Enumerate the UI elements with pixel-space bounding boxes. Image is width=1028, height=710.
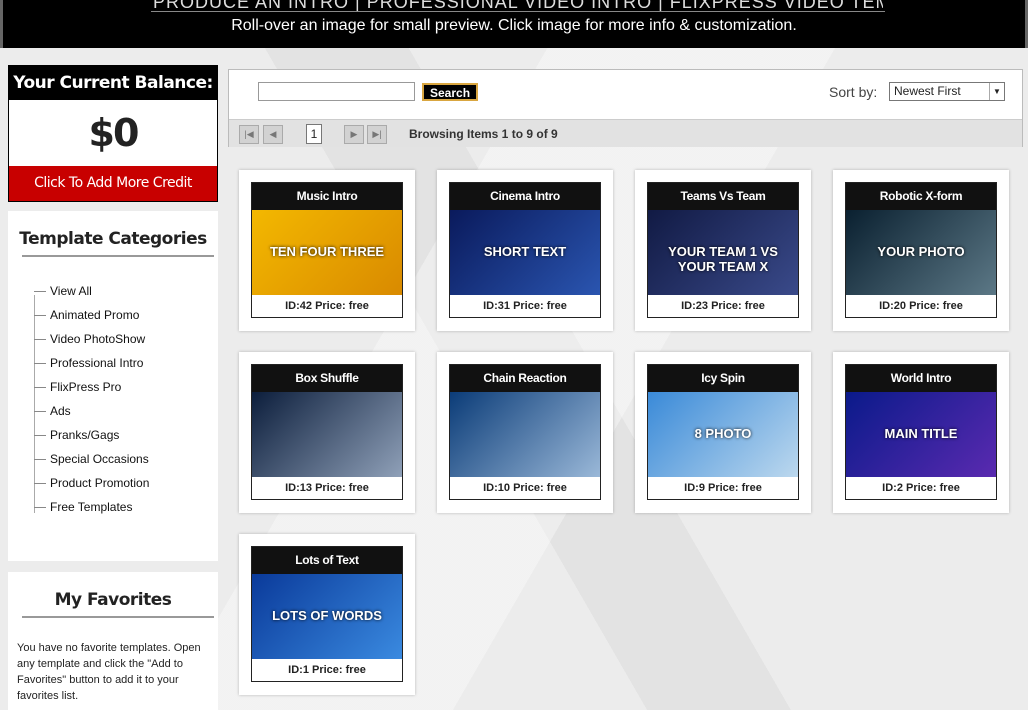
category-list: View All Animated Promo Video PhotoShow … <box>8 283 218 523</box>
template-thumbnail[interactable]: YOUR TEAM 1 VS YOUR TEAM X <box>648 210 798 295</box>
pager: |◀ ◀ 1 ▶ ▶| Browsing Items 1 to 9 of 9 <box>229 119 1022 147</box>
template-card[interactable]: Teams Vs Team YOUR TEAM 1 VS YOUR TEAM X… <box>635 170 811 331</box>
template-thumbnail[interactable] <box>252 392 402 477</box>
category-pranks-gags[interactable]: Pranks/Gags <box>34 427 218 451</box>
template-meta: ID:10 Price: free <box>483 482 567 494</box>
categories-heading: Template Categories <box>19 229 207 249</box>
thumbnail-caption: TEN FOUR THREE <box>269 244 385 259</box>
template-title[interactable]: Icy Spin <box>648 365 798 392</box>
template-thumbnail[interactable]: 8 PHOTO <box>648 392 798 477</box>
categories-divider <box>22 255 214 257</box>
sort-select[interactable]: Newest First ▼ <box>889 82 1005 101</box>
category-view-all[interactable]: View All <box>34 283 218 307</box>
last-page-icon[interactable]: ▶| <box>367 125 387 144</box>
favorites-panel: My Favorites You have no favorite templa… <box>8 572 218 710</box>
template-thumbnail[interactable]: YOUR PHOTO <box>846 210 996 295</box>
template-meta: ID:42 Price: free <box>285 300 369 312</box>
title-rule <box>151 11 885 12</box>
category-flixpress-pro[interactable]: FlixPress Pro <box>34 379 218 403</box>
chevron-down-icon[interactable]: ▼ <box>989 83 1004 100</box>
category-professional-intro[interactable]: Professional Intro <box>34 355 218 379</box>
favorites-empty-text: You have no favorite templates. Open any… <box>17 642 201 702</box>
add-credit-button[interactable]: Click To Add More Credit <box>9 166 217 201</box>
thumbnail-caption: SHORT TEXT <box>483 244 567 259</box>
template-meta: ID:13 Price: free <box>285 482 369 494</box>
template-card[interactable]: Music Intro TEN FOUR THREE ID:42 Price: … <box>239 170 415 331</box>
template-card[interactable]: World Intro MAIN TITLE ID:2 Price: free <box>833 352 1009 513</box>
thumbnail-caption: MAIN TITLE <box>884 426 958 441</box>
thumbnail-caption: LOTS OF WORDS <box>272 608 382 623</box>
template-title[interactable]: Lots of Text <box>252 547 402 574</box>
template-meta: ID:9 Price: free <box>684 482 762 494</box>
template-thumbnail[interactable]: SHORT TEXT <box>450 210 600 295</box>
thumbnail-caption: YOUR PHOTO <box>877 244 965 259</box>
template-card[interactable]: Chain Reaction ID:10 Price: free <box>437 352 613 513</box>
template-title[interactable]: Chain Reaction <box>450 365 600 392</box>
page-number-field[interactable]: 1 <box>306 124 322 144</box>
thumbnail-caption: YOUR TEAM 1 VS YOUR TEAM X <box>668 244 778 274</box>
thumbnail-caption: 8 PHOTO <box>694 426 752 441</box>
search-input[interactable] <box>258 82 415 101</box>
browsing-status: Browsing Items 1 to 9 of 9 <box>409 127 558 141</box>
template-meta: ID:2 Price: free <box>882 482 960 494</box>
template-title[interactable]: Robotic X-form <box>846 183 996 210</box>
template-thumbnail[interactable] <box>450 392 600 477</box>
template-title[interactable]: Cinema Intro <box>450 183 600 210</box>
category-free-templates[interactable]: Free Templates <box>34 499 218 523</box>
category-special-occasions[interactable]: Special Occasions <box>34 451 218 475</box>
template-meta: ID:20 Price: free <box>879 300 963 312</box>
sort-label: Sort by: <box>829 84 878 100</box>
template-title[interactable]: Music Intro <box>252 183 402 210</box>
template-meta: ID:31 Price: free <box>483 300 567 312</box>
template-title[interactable]: Teams Vs Team <box>648 183 798 210</box>
sort-selected-value: Newest First <box>894 84 961 98</box>
category-video-photoshow[interactable]: Video PhotoShow <box>34 331 218 355</box>
balance-panel: Your Current Balance: $0 Click To Add Mo… <box>8 65 218 202</box>
template-card[interactable]: Lots of Text LOTS OF WORDS ID:1 Price: f… <box>239 534 415 695</box>
balance-amount: $0 <box>88 111 140 155</box>
next-page-icon[interactable]: ▶ <box>344 125 364 144</box>
category-ads[interactable]: Ads <box>34 403 218 427</box>
template-categories-panel: Template Categories View All Animated Pr… <box>8 211 218 561</box>
template-meta: ID:23 Price: free <box>681 300 765 312</box>
template-thumbnail[interactable]: MAIN TITLE <box>846 392 996 477</box>
template-card[interactable]: Cinema Intro SHORT TEXT ID:31 Price: fre… <box>437 170 613 331</box>
template-card[interactable]: Icy Spin 8 PHOTO ID:9 Price: free <box>635 352 811 513</box>
search-toolbar: Search Sort by: Newest First ▼ |◀ ◀ 1 ▶ … <box>228 69 1023 147</box>
favorites-heading: My Favorites <box>54 590 172 610</box>
balance-heading: Your Current Balance: <box>9 66 217 100</box>
template-title[interactable]: World Intro <box>846 365 996 392</box>
template-thumbnail[interactable]: TEN FOUR THREE <box>252 210 402 295</box>
first-page-icon[interactable]: |◀ <box>239 125 259 144</box>
template-card[interactable]: Box Shuffle ID:13 Price: free <box>239 352 415 513</box>
category-animated-promo[interactable]: Animated Promo <box>34 307 218 331</box>
template-title[interactable]: Box Shuffle <box>252 365 402 392</box>
template-thumbnail[interactable]: LOTS OF WORDS <box>252 574 402 659</box>
template-card[interactable]: Robotic X-form YOUR PHOTO ID:20 Price: f… <box>833 170 1009 331</box>
template-meta: ID:1 Price: free <box>288 664 366 676</box>
search-button[interactable]: Search <box>422 83 479 101</box>
top-banner: PRODUCE AN INTRO | PROFESSIONAL VIDEO IN… <box>0 0 1028 48</box>
category-product-promotion[interactable]: Product Promotion <box>34 475 218 499</box>
page-subtitle: Roll-over an image for small preview. Cl… <box>231 17 797 34</box>
prev-page-icon[interactable]: ◀ <box>263 125 283 144</box>
